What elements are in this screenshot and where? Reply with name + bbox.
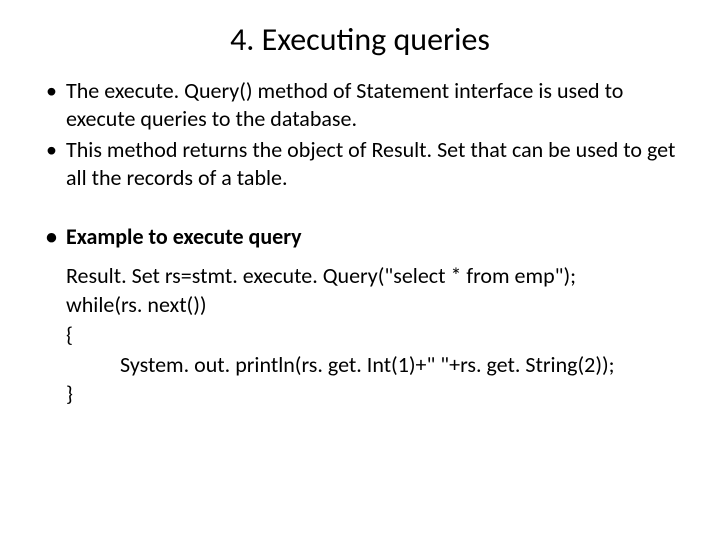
code-line: Result. Set rs=stmt. execute. Query("sel… bbox=[66, 261, 680, 291]
bullet-list: The execute. Query() method of Statement… bbox=[40, 77, 680, 191]
code-block: Result. Set rs=stmt. execute. Query("sel… bbox=[66, 261, 680, 409]
code-line: { bbox=[66, 320, 680, 350]
page-title: 4. Executing queries bbox=[40, 20, 680, 59]
code-line: while(rs. next()) bbox=[66, 290, 680, 320]
code-line: } bbox=[66, 379, 680, 409]
example-heading: Example to execute query bbox=[40, 223, 680, 251]
spacer bbox=[40, 195, 680, 223]
code-line: System. out. println(rs. get. Int(1)+" "… bbox=[66, 350, 680, 380]
slide: 4. Executing queries The execute. Query(… bbox=[0, 0, 720, 429]
bullet-item: The execute. Query() method of Statement… bbox=[40, 77, 680, 132]
bullet-item: This method returns the object of Result… bbox=[40, 136, 680, 191]
bullet-list: Example to execute query bbox=[40, 223, 680, 251]
